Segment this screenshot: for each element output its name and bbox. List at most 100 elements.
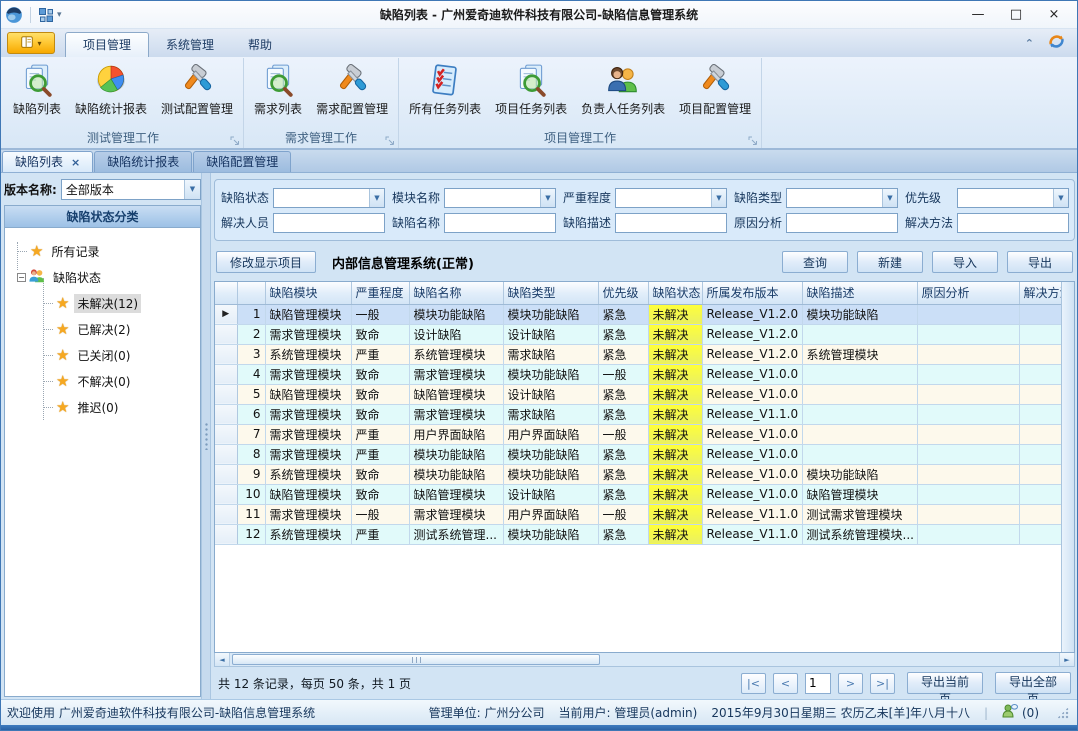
column-header-4[interactable]: 优先级 — [598, 282, 648, 304]
combo-dropdown-icon[interactable]: ▼ — [540, 189, 555, 207]
column-header-7[interactable]: 缺陷描述 — [802, 282, 917, 304]
dialog-launcher-icon[interactable] — [385, 135, 395, 145]
table-row[interactable]: 6需求管理模块致命需求管理模块需求缺陷紧急未解决Release_V1.1.0 — [215, 404, 1061, 424]
collapse-ribbon-icon[interactable]: ⌃ — [1025, 37, 1034, 50]
table-row[interactable]: 4需求管理模块致命需求管理模块模块功能缺陷一般未解决Release_V1.0.0 — [215, 364, 1061, 384]
filter-input-field[interactable] — [274, 189, 369, 207]
column-header-6[interactable]: 所属发布版本 — [702, 282, 802, 304]
document-tab-0[interactable]: 缺陷列表× — [2, 151, 93, 172]
skin-gallery-icon[interactable] — [1048, 33, 1065, 53]
table-row[interactable]: ▶1缺陷管理模块一般模块功能缺陷模块功能缺陷紧急未解决Release_V1.2.… — [215, 304, 1061, 324]
table-row[interactable]: 8需求管理模块严重模块功能缺陷模块功能缺陷紧急未解决Release_V1.0.0 — [215, 444, 1061, 464]
table-row[interactable]: 3系统管理模块严重系统管理模块需求缺陷紧急未解决Release_V1.2.0系统… — [215, 344, 1061, 364]
version-combobox[interactable]: 全部版本 ▼ — [61, 179, 201, 200]
filter-input-field[interactable] — [445, 189, 540, 207]
column-header-8[interactable]: 原因分析 — [917, 282, 1019, 304]
first-page-button[interactable]: |< — [741, 673, 766, 694]
tree-item-1[interactable]: −缺陷状态 — [11, 264, 198, 290]
filter-text-input[interactable] — [444, 213, 556, 233]
ribbon-button-0-0[interactable]: 缺陷列表 — [6, 59, 68, 119]
page-number-input[interactable] — [805, 673, 831, 694]
ribbon-button-2-1[interactable]: 项目任务列表 — [488, 59, 574, 119]
panel-splitter[interactable] — [201, 173, 211, 699]
ribbon-tab-0[interactable]: 项目管理 — [65, 32, 149, 57]
last-page-button[interactable]: >| — [870, 673, 895, 694]
modify-columns-button[interactable]: 修改显示项目 — [216, 251, 316, 273]
ribbon-button-1-1[interactable]: 需求配置管理 — [309, 59, 395, 119]
grid-vertical-scrollbar[interactable] — [1061, 282, 1074, 652]
combo-dropdown-icon[interactable]: ▼ — [711, 189, 726, 207]
tree-item-4[interactable]: ★已关闭(0) — [11, 342, 198, 368]
tab-close-icon[interactable]: × — [71, 156, 80, 169]
tree-item-6[interactable]: ★推迟(0) — [11, 394, 198, 420]
prev-page-button[interactable]: < — [773, 673, 798, 694]
column-header-0[interactable]: 缺陷模块 — [265, 282, 351, 304]
filter-input-field[interactable] — [787, 214, 897, 232]
ribbon-button-0-2[interactable]: 测试配置管理 — [154, 59, 240, 119]
filter-input-field[interactable] — [958, 189, 1053, 207]
column-header-5[interactable]: 缺陷状态 — [648, 282, 702, 304]
qat-dropdown-caret-icon[interactable]: ▾ — [57, 10, 62, 20]
filter-text-input[interactable] — [615, 213, 727, 233]
export-all-pages-button[interactable]: 导出全部页 — [995, 672, 1071, 694]
app-menu-button[interactable]: ▾ — [7, 32, 55, 54]
filter-input-field[interactable] — [445, 214, 555, 232]
filter-text-input[interactable] — [273, 213, 385, 233]
table-row[interactable]: 10缺陷管理模块致命缺陷管理模块设计缺陷紧急未解决Release_V1.0.0缺… — [215, 484, 1061, 504]
hscroll-track[interactable] — [230, 653, 1059, 666]
filter-combobox[interactable]: ▼ — [444, 188, 556, 208]
document-tab-1[interactable]: 缺陷统计报表 — [94, 151, 192, 172]
scroll-right-icon[interactable]: ► — [1059, 653, 1074, 666]
ribbon-tab-1[interactable]: 系统管理 — [149, 33, 231, 57]
table-row[interactable]: 11需求管理模块一般需求管理模块用户界面缺陷一般未解决Release_V1.1.… — [215, 504, 1061, 524]
filter-input-field[interactable] — [616, 189, 711, 207]
minimize-button[interactable]: — — [959, 3, 997, 27]
tree-item-5[interactable]: ★不解决(0) — [11, 368, 198, 394]
filter-input-field[interactable] — [616, 214, 726, 232]
dialog-launcher-icon[interactable] — [748, 135, 758, 145]
table-row[interactable]: 12系统管理模块严重测试系统管理...模块功能缺陷紧急未解决Release_V1… — [215, 524, 1061, 544]
export-current-page-button[interactable]: 导出当前页 — [907, 672, 983, 694]
import-button[interactable]: 导入 — [932, 251, 998, 273]
table-row[interactable]: 2需求管理模块致命设计缺陷设计缺陷紧急未解决Release_V1.2.0 — [215, 324, 1061, 344]
column-header-2[interactable]: 缺陷名称 — [409, 282, 503, 304]
table-row[interactable]: 5缺陷管理模块致命缺陷管理模块设计缺陷紧急未解决Release_V1.0.0 — [215, 384, 1061, 404]
ribbon-button-2-2[interactable]: 负责人任务列表 — [574, 59, 672, 119]
tree-expand-icon[interactable]: − — [17, 273, 26, 282]
ribbon-button-2-0[interactable]: 所有任务列表 — [402, 59, 488, 119]
filter-text-input[interactable] — [786, 213, 898, 233]
column-header-1[interactable]: 严重程度 — [351, 282, 409, 304]
maximize-button[interactable]: □ — [997, 3, 1035, 27]
hscroll-thumb[interactable] — [232, 654, 600, 665]
combo-dropdown-icon[interactable]: ▼ — [882, 189, 897, 207]
filter-input-field[interactable] — [274, 214, 384, 232]
combo-dropdown-icon[interactable]: ▼ — [184, 180, 200, 199]
export-button[interactable]: 导出 — [1007, 251, 1073, 273]
resize-grip-icon[interactable] — [1057, 707, 1069, 719]
dialog-launcher-icon[interactable] — [230, 135, 240, 145]
new-button[interactable]: 新建 — [857, 251, 923, 273]
scroll-left-icon[interactable]: ◄ — [215, 653, 230, 666]
tree-item-2[interactable]: ★未解决(12) — [11, 290, 198, 316]
table-row[interactable]: 7需求管理模块严重用户界面缺陷用户界面缺陷一般未解决Release_V1.0.0 — [215, 424, 1061, 444]
filter-combobox[interactable]: ▼ — [957, 188, 1069, 208]
filter-combobox[interactable]: ▼ — [786, 188, 898, 208]
column-header-9[interactable]: 解决方法 — [1019, 282, 1061, 304]
ribbon-button-0-1[interactable]: 缺陷统计报表 — [68, 59, 154, 119]
combo-dropdown-icon[interactable]: ▼ — [369, 189, 384, 207]
ribbon-button-1-0[interactable]: 需求列表 — [247, 59, 309, 119]
column-header-3[interactable]: 缺陷类型 — [503, 282, 598, 304]
filter-text-input[interactable] — [957, 213, 1069, 233]
filter-combobox[interactable]: ▼ — [615, 188, 727, 208]
grid-horizontal-scrollbar[interactable]: ◄ ► — [214, 653, 1075, 667]
online-users-badge[interactable]: (0) — [1002, 703, 1039, 722]
table-row[interactable]: 9系统管理模块致命模块功能缺陷模块功能缺陷紧急未解决Release_V1.0.0… — [215, 464, 1061, 484]
next-page-button[interactable]: > — [838, 673, 863, 694]
search-button[interactable]: 查询 — [782, 251, 848, 273]
qat-grid-icon[interactable] — [38, 7, 54, 23]
ribbon-tab-2[interactable]: 帮助 — [231, 33, 289, 57]
ribbon-button-2-3[interactable]: 项目配置管理 — [672, 59, 758, 119]
filter-combobox[interactable]: ▼ — [273, 188, 385, 208]
tree-item-3[interactable]: ★已解决(2) — [11, 316, 198, 342]
filter-input-field[interactable] — [958, 214, 1068, 232]
